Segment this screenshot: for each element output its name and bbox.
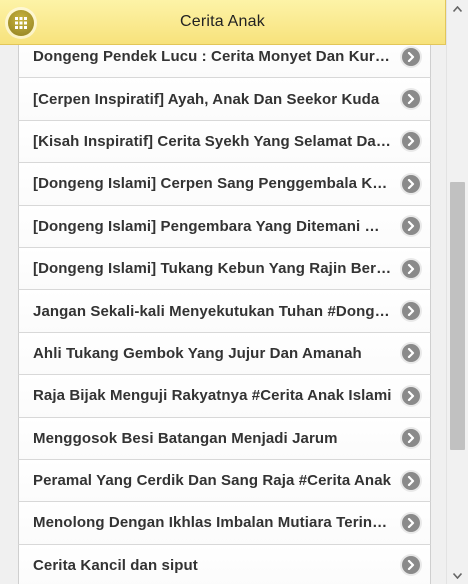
list-item-label: [Cerpen Inspiratif] Ayah, Anak Dan Seeko… — [33, 90, 380, 108]
chevron-right-circle-icon — [402, 90, 420, 109]
list-item-label: Menolong Dengan Ikhlas Imbalan Mutiara T… — [33, 514, 392, 532]
chevron-right-circle-icon — [402, 471, 420, 490]
grid-menu-icon — [15, 17, 27, 29]
list-item-label: [Dongeng Islami] Cerpen Sang Penggembala… — [33, 175, 392, 193]
list-item-label: [Kisah Inspiratif] Cerita Syekh Yang Sel… — [33, 132, 392, 150]
list-item[interactable]: [Cerpen Inspiratif] Ayah, Anak Dan Seeko… — [18, 78, 431, 121]
list-item[interactable]: Menolong Dengan Ikhlas Imbalan Mutiara T… — [18, 502, 431, 545]
scroll-up-button[interactable] — [447, 0, 468, 17]
chevron-right-circle-icon — [402, 47, 420, 66]
chevron-right-circle-icon — [402, 556, 420, 575]
story-list-container: Dongeng Pendek Lucu : Cerita Monyet Dan … — [18, 36, 431, 584]
chevron-right-circle-icon — [402, 302, 420, 321]
list-item-label: Dongeng Pendek Lucu : Cerita Monyet Dan … — [33, 48, 392, 66]
list-item[interactable]: [Kisah Inspiratif] Cerita Syekh Yang Sel… — [18, 120, 431, 164]
list-item-label: Ahli Tukang Gembok Yang Jujur Dan Amanah — [33, 344, 362, 362]
list-item-label: Jangan Sekali-kali Menyekutukan Tuhan #D… — [33, 302, 392, 320]
scroll-up-arrow-icon — [453, 5, 462, 12]
app-header: Cerita Anak — [0, 0, 446, 45]
chevron-right-circle-icon — [402, 132, 420, 151]
list-item[interactable]: Cerita Kancil dan siput — [18, 544, 431, 584]
list-item[interactable]: [Dongeng Islami] Tukang Kebun Yang Rajin… — [18, 247, 431, 291]
chevron-right-circle-icon — [402, 259, 420, 278]
list-item[interactable]: Raja Bijak Menguji Rakyatnya #Cerita Ana… — [18, 375, 431, 418]
chevron-right-circle-icon — [402, 174, 420, 193]
list-item-label: [Dongeng Islami] Pengembara Yang Diteman… — [33, 217, 392, 235]
scroll-down-arrow-icon — [453, 572, 462, 579]
page-title: Cerita Anak — [180, 13, 265, 30]
list-item[interactable]: [Dongeng Islami] Cerpen Sang Penggembala… — [18, 163, 431, 206]
chevron-right-circle-icon — [402, 386, 420, 405]
list-item[interactable]: Menggosok Besi Batangan Menjadi Jarum — [18, 417, 431, 460]
chevron-right-circle-icon — [402, 429, 420, 448]
story-list: Dongeng Pendek Lucu : Cerita Monyet Dan … — [18, 36, 431, 584]
list-item-label: Menggosok Besi Batangan Menjadi Jarum — [33, 429, 338, 447]
vertical-scrollbar[interactable] — [446, 0, 468, 584]
list-item[interactable]: Jangan Sekali-kali Menyekutukan Tuhan #D… — [18, 290, 431, 333]
chevron-right-circle-icon — [402, 344, 420, 363]
chevron-right-circle-icon — [402, 513, 420, 532]
chevron-right-circle-icon — [402, 217, 420, 236]
list-item-label: Raja Bijak Menguji Rakyatnya #Cerita Ana… — [33, 387, 392, 405]
scrollbar-thumb[interactable] — [450, 182, 465, 450]
list-item[interactable]: [Dongeng Islami] Pengembara Yang Diteman… — [18, 205, 431, 248]
menu-button[interactable] — [8, 10, 34, 36]
list-item-label: Peramal Yang Cerdik Dan Sang Raja #Cerit… — [33, 472, 392, 490]
list-item[interactable]: Ahli Tukang Gembok Yang Jujur Dan Amanah — [18, 332, 431, 376]
list-item[interactable]: Peramal Yang Cerdik Dan Sang Raja #Cerit… — [18, 459, 431, 503]
list-item-label: [Dongeng Islami] Tukang Kebun Yang Rajin… — [33, 260, 392, 278]
list-item-label: Cerita Kancil dan siput — [33, 556, 198, 574]
scroll-down-button[interactable] — [447, 567, 468, 584]
